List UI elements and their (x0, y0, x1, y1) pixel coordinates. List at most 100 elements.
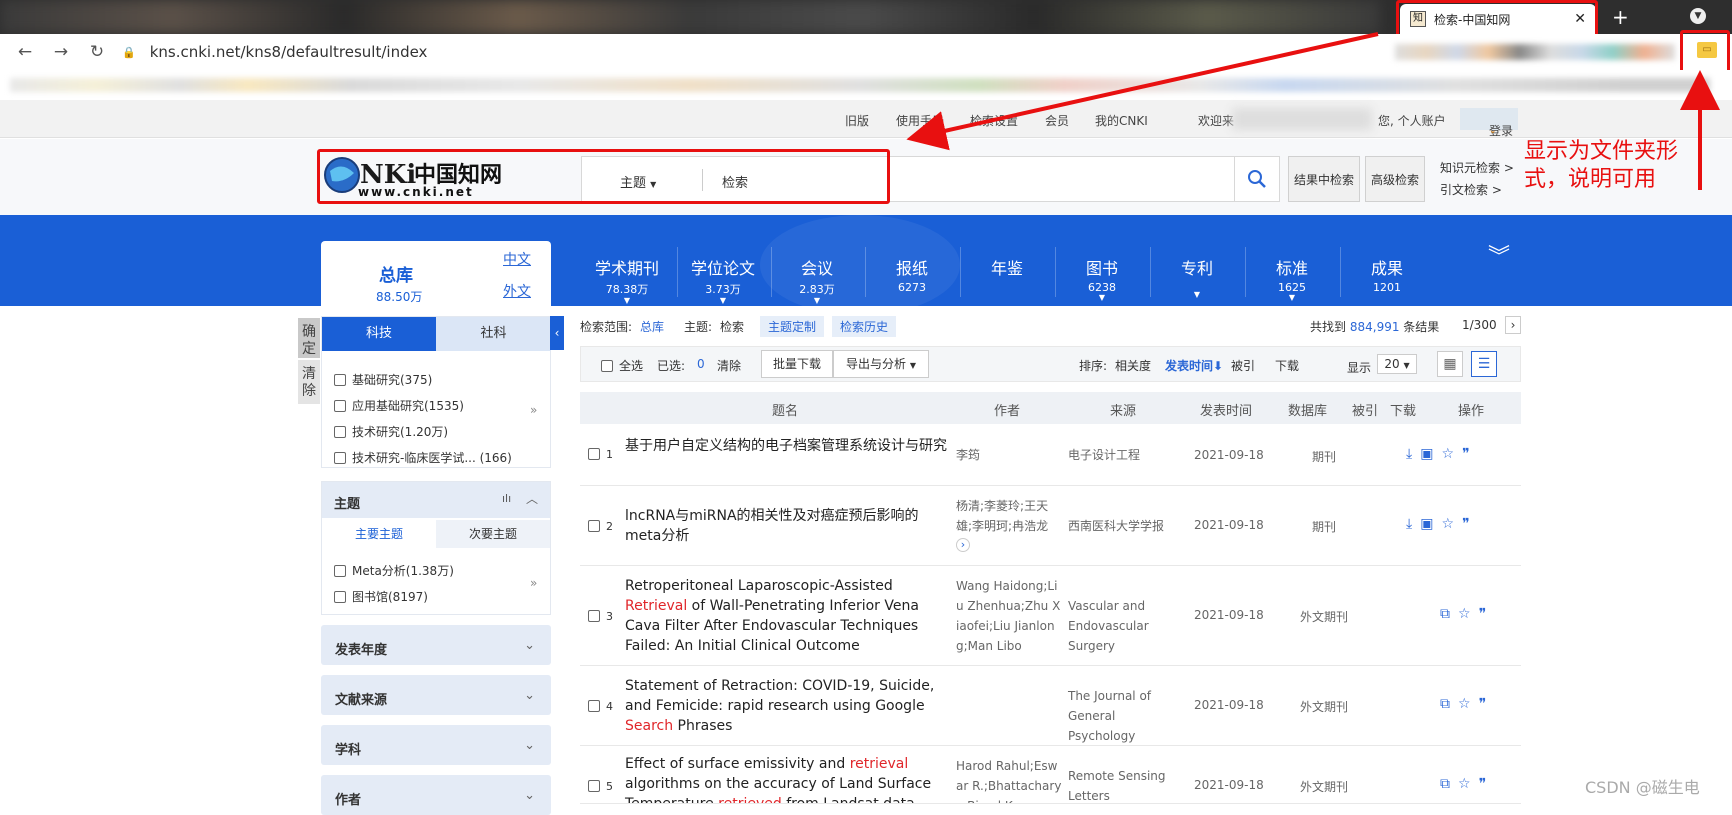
page-size-select[interactable]: 20 ▼ (1377, 354, 1417, 374)
chevron-down-icon: ⌄ (524, 738, 535, 753)
html-read-icon[interactable]: ⧉ (1440, 696, 1458, 712)
results-meta: 检索范围: 总库 主题: 检索 主题定制 检索历史 共找到 884,991 条结… (580, 316, 1521, 338)
batch-download-button[interactable]: 批量下载 (761, 350, 833, 378)
foreign-link[interactable]: 外文 (503, 281, 531, 301)
table-header: 题名 作者 来源 发表时间 数据库 被引 下载 操作 (580, 392, 1521, 424)
sort-date[interactable]: 发表时间⬇ (1165, 357, 1223, 374)
expand-authors-icon[interactable]: › (956, 538, 970, 552)
next-page-button[interactable]: › (1505, 316, 1521, 334)
download-icon[interactable]: ⤓ (1406, 516, 1420, 532)
tab-main-topic[interactable]: 主要主题 (322, 520, 436, 548)
list-item[interactable]: 基础研究(375) (334, 367, 512, 393)
expand-databases-icon[interactable]: ︾ (1488, 247, 1510, 269)
table-row: 1 基于用户自定义结构的电子档案管理系统设计与研究 李筠 电子设计工程 2021… (580, 424, 1521, 486)
search-history-button[interactable]: 检索历史 (832, 316, 897, 337)
row-actions[interactable]: ⧉☆❞ (1440, 606, 1494, 622)
collapse-panel-button[interactable]: ‹ (550, 316, 564, 350)
html-read-icon[interactable]: ⧉ (1440, 606, 1458, 622)
row-db: 期刊 (1311, 520, 1336, 534)
row-author[interactable]: Harod Rahul;Eswar R.;Bhattacharya Bimal … (956, 756, 1062, 803)
row-actions[interactable]: ⤓▣☆❞ (1406, 516, 1478, 532)
scope-value[interactable]: 总库 (640, 318, 664, 335)
html-read-icon[interactable]: ⧉ (1440, 776, 1458, 792)
db-tushu[interactable]: 图书 6238 ▼ (1055, 255, 1149, 302)
sort-cited[interactable]: 被引 (1231, 357, 1255, 374)
sort-relevance[interactable]: 相关度 (1115, 357, 1151, 374)
favorite-icon[interactable]: ☆ (1458, 696, 1479, 712)
row-title[interactable]: Effect of surface emissivity and retriev… (625, 754, 950, 803)
grid-view-icon[interactable]: ▦ (1437, 351, 1463, 377)
database-bar: 学术期刊 78.38万 ▼ 学位论文 3.73万 ▼ 会议 2.83万 ▼ 报纸 6273 年… (0, 215, 1732, 306)
row-date: 2021-09-18 (1194, 778, 1264, 792)
facet-year[interactable]: 发表年度 ⌄ (321, 625, 551, 665)
chinese-link[interactable]: 中文 (503, 249, 531, 269)
chevron-up-icon[interactable]: ︿ (526, 490, 538, 507)
chart-icon[interactable]: ılı (502, 492, 511, 505)
html-read-icon[interactable]: ▣ (1420, 446, 1441, 462)
export-analysis-dropdown[interactable]: 导出与分析 ▼ (833, 350, 929, 378)
confirm-button[interactable]: 确定 (298, 318, 320, 358)
select-all-checkbox[interactable]: 全选 (601, 357, 643, 374)
row-actions[interactable]: ⤓▣☆❞ (1406, 446, 1478, 462)
db-huiyi[interactable]: 会议 2.83万 ▼ (770, 255, 864, 305)
row-source[interactable]: The Journal of General Psychology (1068, 686, 1182, 746)
favorite-icon[interactable]: ☆ (1458, 776, 1479, 792)
list-view-icon[interactable]: ☰ (1471, 351, 1497, 377)
row-source[interactable]: Vascular and Endovascular Surgery (1068, 596, 1182, 656)
cite-icon[interactable]: ❞ (1479, 696, 1495, 712)
row-author[interactable]: 李筠 (956, 445, 1062, 465)
row-checkbox[interactable] (588, 520, 600, 532)
row-author[interactable]: 杨清;李菱玲;王天雄;李明珂;冉浩龙 (956, 496, 1062, 536)
row-title[interactable]: lncRNA与miRNA的相关性及对癌症预后影响的meta分析 (625, 506, 950, 546)
facet-subject[interactable]: 学科 ⌄ (321, 725, 551, 765)
facet-author[interactable]: 作者 ⌄ (321, 775, 551, 815)
row-source[interactable]: Remote Sensing Letters (1068, 766, 1182, 803)
favorite-icon[interactable]: ☆ (1458, 606, 1479, 622)
facet-source[interactable]: 文献来源 ⌄ (321, 675, 551, 715)
more-icon[interactable]: » (530, 576, 537, 590)
cite-icon[interactable]: ❞ (1479, 606, 1495, 622)
db-biaozhun[interactable]: 标准 1625 ▼ (1245, 255, 1339, 302)
db-zongku[interactable]: 总库 88.50万 中文 外文 (321, 241, 551, 306)
row-checkbox[interactable] (588, 780, 600, 792)
row-source[interactable]: 西南医科大学学报 (1068, 516, 1182, 536)
tab-tech[interactable]: 科技 (322, 317, 436, 351)
row-checkbox[interactable] (588, 448, 600, 460)
favorite-icon[interactable]: ☆ (1441, 446, 1462, 462)
db-baozhi[interactable]: 报纸 6273 (865, 255, 959, 294)
clear-filter-button[interactable]: 清除 (298, 360, 320, 404)
result-count: 共找到 884,991 条结果 (1310, 320, 1440, 334)
row-checkbox[interactable] (588, 700, 600, 712)
topic-custom-button[interactable]: 主题定制 (760, 316, 825, 337)
db-xueshu[interactable]: 学术期刊 78.38万 ▼ (580, 255, 674, 305)
list-item[interactable]: 应用基础研究(1535) (334, 393, 512, 419)
row-title[interactable]: Statement of Retraction: COVID-19, Suici… (625, 676, 950, 736)
favorite-icon[interactable]: ☆ (1441, 516, 1462, 532)
cite-icon[interactable]: ❞ (1462, 446, 1478, 462)
row-checkbox[interactable] (588, 610, 600, 622)
sort-download[interactable]: 下载 (1275, 357, 1299, 374)
tab-social[interactable]: 社科 (436, 317, 551, 351)
list-item[interactable]: 技术研究-临床医学试... (166) (334, 445, 512, 471)
cite-icon[interactable]: ❞ (1462, 516, 1478, 532)
html-read-icon[interactable]: ▣ (1420, 516, 1441, 532)
cite-icon[interactable]: ❞ (1479, 776, 1495, 792)
clear-selection-link[interactable]: 清除 (717, 357, 741, 374)
db-zhuanli[interactable]: 专利 ▼ (1150, 255, 1244, 299)
tab-sub-topic[interactable]: 次要主题 (436, 520, 550, 548)
db-chengguo[interactable]: 成果 1201 (1340, 255, 1434, 294)
list-item[interactable]: 图书馆(8197) (334, 584, 454, 610)
download-icon[interactable]: ⤓ (1406, 446, 1420, 462)
watermark: CSDN @磁生电 (1585, 778, 1700, 797)
row-actions[interactable]: ⧉☆❞ (1440, 776, 1494, 792)
row-author[interactable]: Wang Haidong;Liu Zhenhua;Zhu Xiaofei;Liu… (956, 576, 1062, 656)
list-item[interactable]: Meta分析(1.38万) (334, 558, 454, 584)
row-actions[interactable]: ⧉☆❞ (1440, 696, 1494, 712)
more-icon[interactable]: » (530, 403, 537, 417)
db-xuewei[interactable]: 学位论文 3.73万 ▼ (676, 255, 770, 305)
list-item[interactable]: 技术研究(1.20万) (334, 419, 512, 445)
db-nianjian[interactable]: 年鉴 (960, 255, 1054, 281)
row-source[interactable]: 电子设计工程 (1068, 445, 1182, 465)
row-title[interactable]: Retroperitoneal Laparoscopic-Assisted Re… (625, 576, 950, 656)
row-title[interactable]: 基于用户自定义结构的电子档案管理系统设计与研究 (625, 436, 950, 456)
